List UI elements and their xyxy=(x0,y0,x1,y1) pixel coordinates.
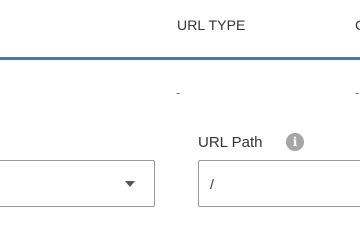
chevron-down-icon[interactable] xyxy=(125,181,135,187)
url-path-input[interactable] xyxy=(198,160,360,207)
url-path-label: URL Path xyxy=(198,134,263,151)
info-icon[interactable]: i xyxy=(286,133,304,151)
table-cell-next: - xyxy=(355,85,360,100)
url-type-select[interactable] xyxy=(0,160,155,207)
column-header-next[interactable]: C xyxy=(355,17,360,33)
table-cell-url-type: - xyxy=(176,85,181,100)
table-header-divider xyxy=(0,57,360,60)
column-header-url-type[interactable]: URL TYPE xyxy=(177,17,246,33)
page: URL TYPE C - - URL Path i xyxy=(0,0,360,225)
